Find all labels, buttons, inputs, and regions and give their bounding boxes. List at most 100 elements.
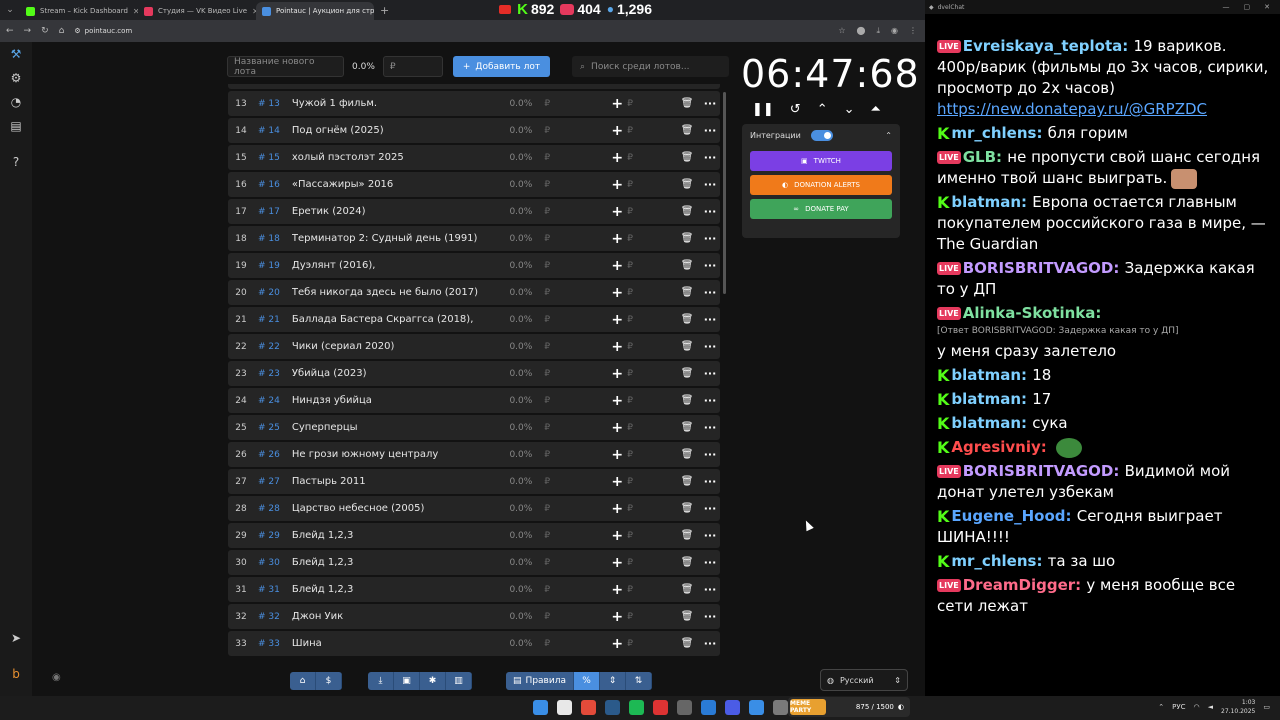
more-options-icon[interactable]: ··· bbox=[700, 124, 720, 137]
lot-extra-amount[interactable]: ₽ bbox=[627, 288, 674, 298]
add-amount-icon[interactable]: + bbox=[607, 312, 627, 328]
chat-username[interactable]: blatman bbox=[951, 193, 1021, 211]
language-select[interactable]: ◍ Русский ⇕ bbox=[820, 669, 908, 691]
more-options-icon[interactable]: ··· bbox=[700, 97, 720, 110]
align-icon[interactable]: ⇕ bbox=[600, 672, 626, 690]
add-amount-icon[interactable]: + bbox=[607, 393, 627, 409]
donate-pay-button[interactable]: ∞ DONATE PAY bbox=[750, 199, 892, 219]
more-options-icon[interactable]: ··· bbox=[700, 232, 720, 245]
more-options-icon[interactable]: ··· bbox=[700, 178, 720, 191]
lot-name[interactable]: Терминатор 2: Судный день (1991) bbox=[292, 233, 510, 244]
delete-lot-icon[interactable]: 🗑 bbox=[674, 260, 700, 271]
add-amount-icon[interactable]: + bbox=[607, 285, 627, 301]
lot-amount[interactable]: ₽ bbox=[544, 180, 607, 190]
lots-scrollbar[interactable] bbox=[723, 92, 726, 294]
lot-name[interactable]: Пастырь 2011 bbox=[292, 476, 510, 487]
lot-extra-amount[interactable]: ₽ bbox=[627, 126, 674, 136]
lot-id[interactable]: # 13 bbox=[254, 99, 292, 109]
chat-username[interactable]: DreamDigger bbox=[963, 576, 1075, 594]
add-amount-icon[interactable]: + bbox=[607, 636, 627, 652]
lot-extra-amount[interactable]: ₽ bbox=[627, 558, 674, 568]
lot-extra-amount[interactable]: ₽ bbox=[627, 315, 674, 325]
lot-extra-amount[interactable]: ₽ bbox=[627, 234, 674, 244]
lot-id[interactable]: # 18 bbox=[254, 234, 292, 244]
lot-name[interactable]: Шина bbox=[292, 638, 510, 649]
add-amount-icon[interactable]: + bbox=[607, 582, 627, 598]
volume-icon[interactable]: ◄ bbox=[1208, 703, 1213, 711]
lot-amount[interactable]: ₽ bbox=[544, 153, 607, 163]
lot-id[interactable]: # 20 bbox=[254, 288, 292, 298]
add-amount-icon[interactable]: + bbox=[607, 366, 627, 382]
site-info-icon[interactable]: ⚙ bbox=[74, 27, 80, 35]
delete-lot-icon[interactable]: 🗑 bbox=[674, 368, 700, 379]
lot-extra-amount[interactable]: ₽ bbox=[627, 504, 674, 514]
lot-amount[interactable]: ₽ bbox=[544, 315, 607, 325]
lot-search-input[interactable]: ⌕ Поиск среди лотов... bbox=[572, 56, 729, 77]
chat-username[interactable]: blatman bbox=[951, 414, 1021, 432]
lot-amount[interactable]: ₽ bbox=[544, 558, 607, 568]
opera-icon[interactable] bbox=[581, 700, 596, 715]
delete-lot-icon[interactable]: 🗑 bbox=[674, 530, 700, 541]
chat-username[interactable]: BORISBRITVAGOD bbox=[963, 259, 1114, 277]
keyboard-lang[interactable]: РУС bbox=[1172, 703, 1185, 711]
lot-extra-amount[interactable]: ₽ bbox=[627, 261, 674, 271]
lot-name[interactable]: Еретик (2024) bbox=[292, 206, 510, 217]
chat-username[interactable]: BORISBRITVAGOD bbox=[963, 462, 1114, 480]
more-options-icon[interactable]: ··· bbox=[700, 151, 720, 164]
lot-name[interactable]: Блейд 1,2,3 bbox=[292, 557, 510, 568]
lot-id[interactable]: # 25 bbox=[254, 423, 292, 433]
more-options-icon[interactable]: ··· bbox=[700, 475, 720, 488]
lot-id[interactable]: # 32 bbox=[254, 612, 292, 622]
new-tab-button[interactable]: + bbox=[380, 4, 389, 17]
delete-lot-icon[interactable]: 🗑 bbox=[674, 179, 700, 190]
back-icon[interactable]: ← bbox=[6, 26, 14, 36]
lot-id[interactable]: # 15 bbox=[254, 153, 292, 163]
add-amount-icon[interactable]: + bbox=[607, 96, 627, 112]
chat-username[interactable]: Eugene_Hood bbox=[951, 507, 1065, 525]
more-options-icon[interactable]: ··· bbox=[700, 448, 720, 461]
bookmark-star-icon[interactable]: ☆ bbox=[838, 26, 845, 36]
close-icon[interactable]: ✕ bbox=[1264, 3, 1270, 11]
lot-name[interactable]: Баллада Бастера Скраггса (2018), bbox=[292, 314, 510, 325]
lot-amount[interactable]: ₽ bbox=[544, 531, 607, 541]
collapse-chevron-icon[interactable]: ⌃ bbox=[885, 131, 892, 140]
lot-name[interactable]: Блейд 1,2,3 bbox=[292, 584, 510, 595]
chat-username[interactable]: Evreiskaya_teplota bbox=[963, 37, 1123, 55]
delete-lot-icon[interactable]: 🗑 bbox=[674, 152, 700, 163]
chat-username[interactable]: GLB bbox=[963, 148, 996, 166]
delete-lot-icon[interactable]: 🗑 bbox=[674, 395, 700, 406]
lot-amount[interactable]: ₽ bbox=[544, 342, 607, 352]
clock[interactable]: 1:03 27.10.2025 bbox=[1221, 698, 1255, 716]
chat-username[interactable]: mr_chlens bbox=[951, 552, 1036, 570]
lot-name[interactable]: Чики (сериал 2020) bbox=[292, 341, 510, 352]
more-options-icon[interactable]: ··· bbox=[700, 286, 720, 299]
donate-link[interactable]: https://new.donatepay.ru/@GRPZDC bbox=[937, 100, 1207, 118]
boosty-icon[interactable]: b bbox=[0, 662, 32, 686]
lot-amount[interactable]: ₽ bbox=[544, 207, 607, 217]
more-options-icon[interactable]: ··· bbox=[700, 313, 720, 326]
add-amount-icon[interactable]: + bbox=[607, 204, 627, 220]
github-icon[interactable]: ⌂ bbox=[290, 672, 316, 690]
more-options-icon[interactable]: ··· bbox=[700, 259, 720, 272]
more-options-icon[interactable]: ··· bbox=[700, 421, 720, 434]
minimize-icon[interactable]: — bbox=[1223, 3, 1230, 11]
add-amount-icon[interactable]: + bbox=[607, 528, 627, 544]
notifications-icon[interactable]: ▭ bbox=[1263, 703, 1270, 711]
lot-amount[interactable]: ₽ bbox=[544, 126, 607, 136]
lot-id[interactable]: # 33 bbox=[254, 639, 292, 649]
lot-id[interactable]: # 19 bbox=[254, 261, 292, 271]
lot-name[interactable]: холый пэстолэт 2025 bbox=[292, 152, 510, 163]
lot-amount[interactable]: ₽ bbox=[544, 261, 607, 271]
add-amount-icon[interactable]: + bbox=[607, 447, 627, 463]
lot-name[interactable]: «Пассажиры» 2016 bbox=[292, 179, 510, 190]
lot-name[interactable]: Под огнём (2025) bbox=[292, 125, 510, 136]
start-icon[interactable] bbox=[533, 700, 548, 715]
telegram-icon[interactable]: ➤ bbox=[0, 626, 32, 650]
more-options-icon[interactable]: ··· bbox=[700, 340, 720, 353]
delete-lot-icon[interactable]: 🗑 bbox=[674, 503, 700, 514]
more-options-icon[interactable]: ··· bbox=[700, 529, 720, 542]
more-options-icon[interactable]: ··· bbox=[700, 394, 720, 407]
lot-extra-amount[interactable]: ₽ bbox=[627, 612, 674, 622]
lot-amount-input[interactable]: ₽ bbox=[382, 56, 443, 77]
lot-name[interactable]: Ниндзя убийца bbox=[292, 395, 510, 406]
